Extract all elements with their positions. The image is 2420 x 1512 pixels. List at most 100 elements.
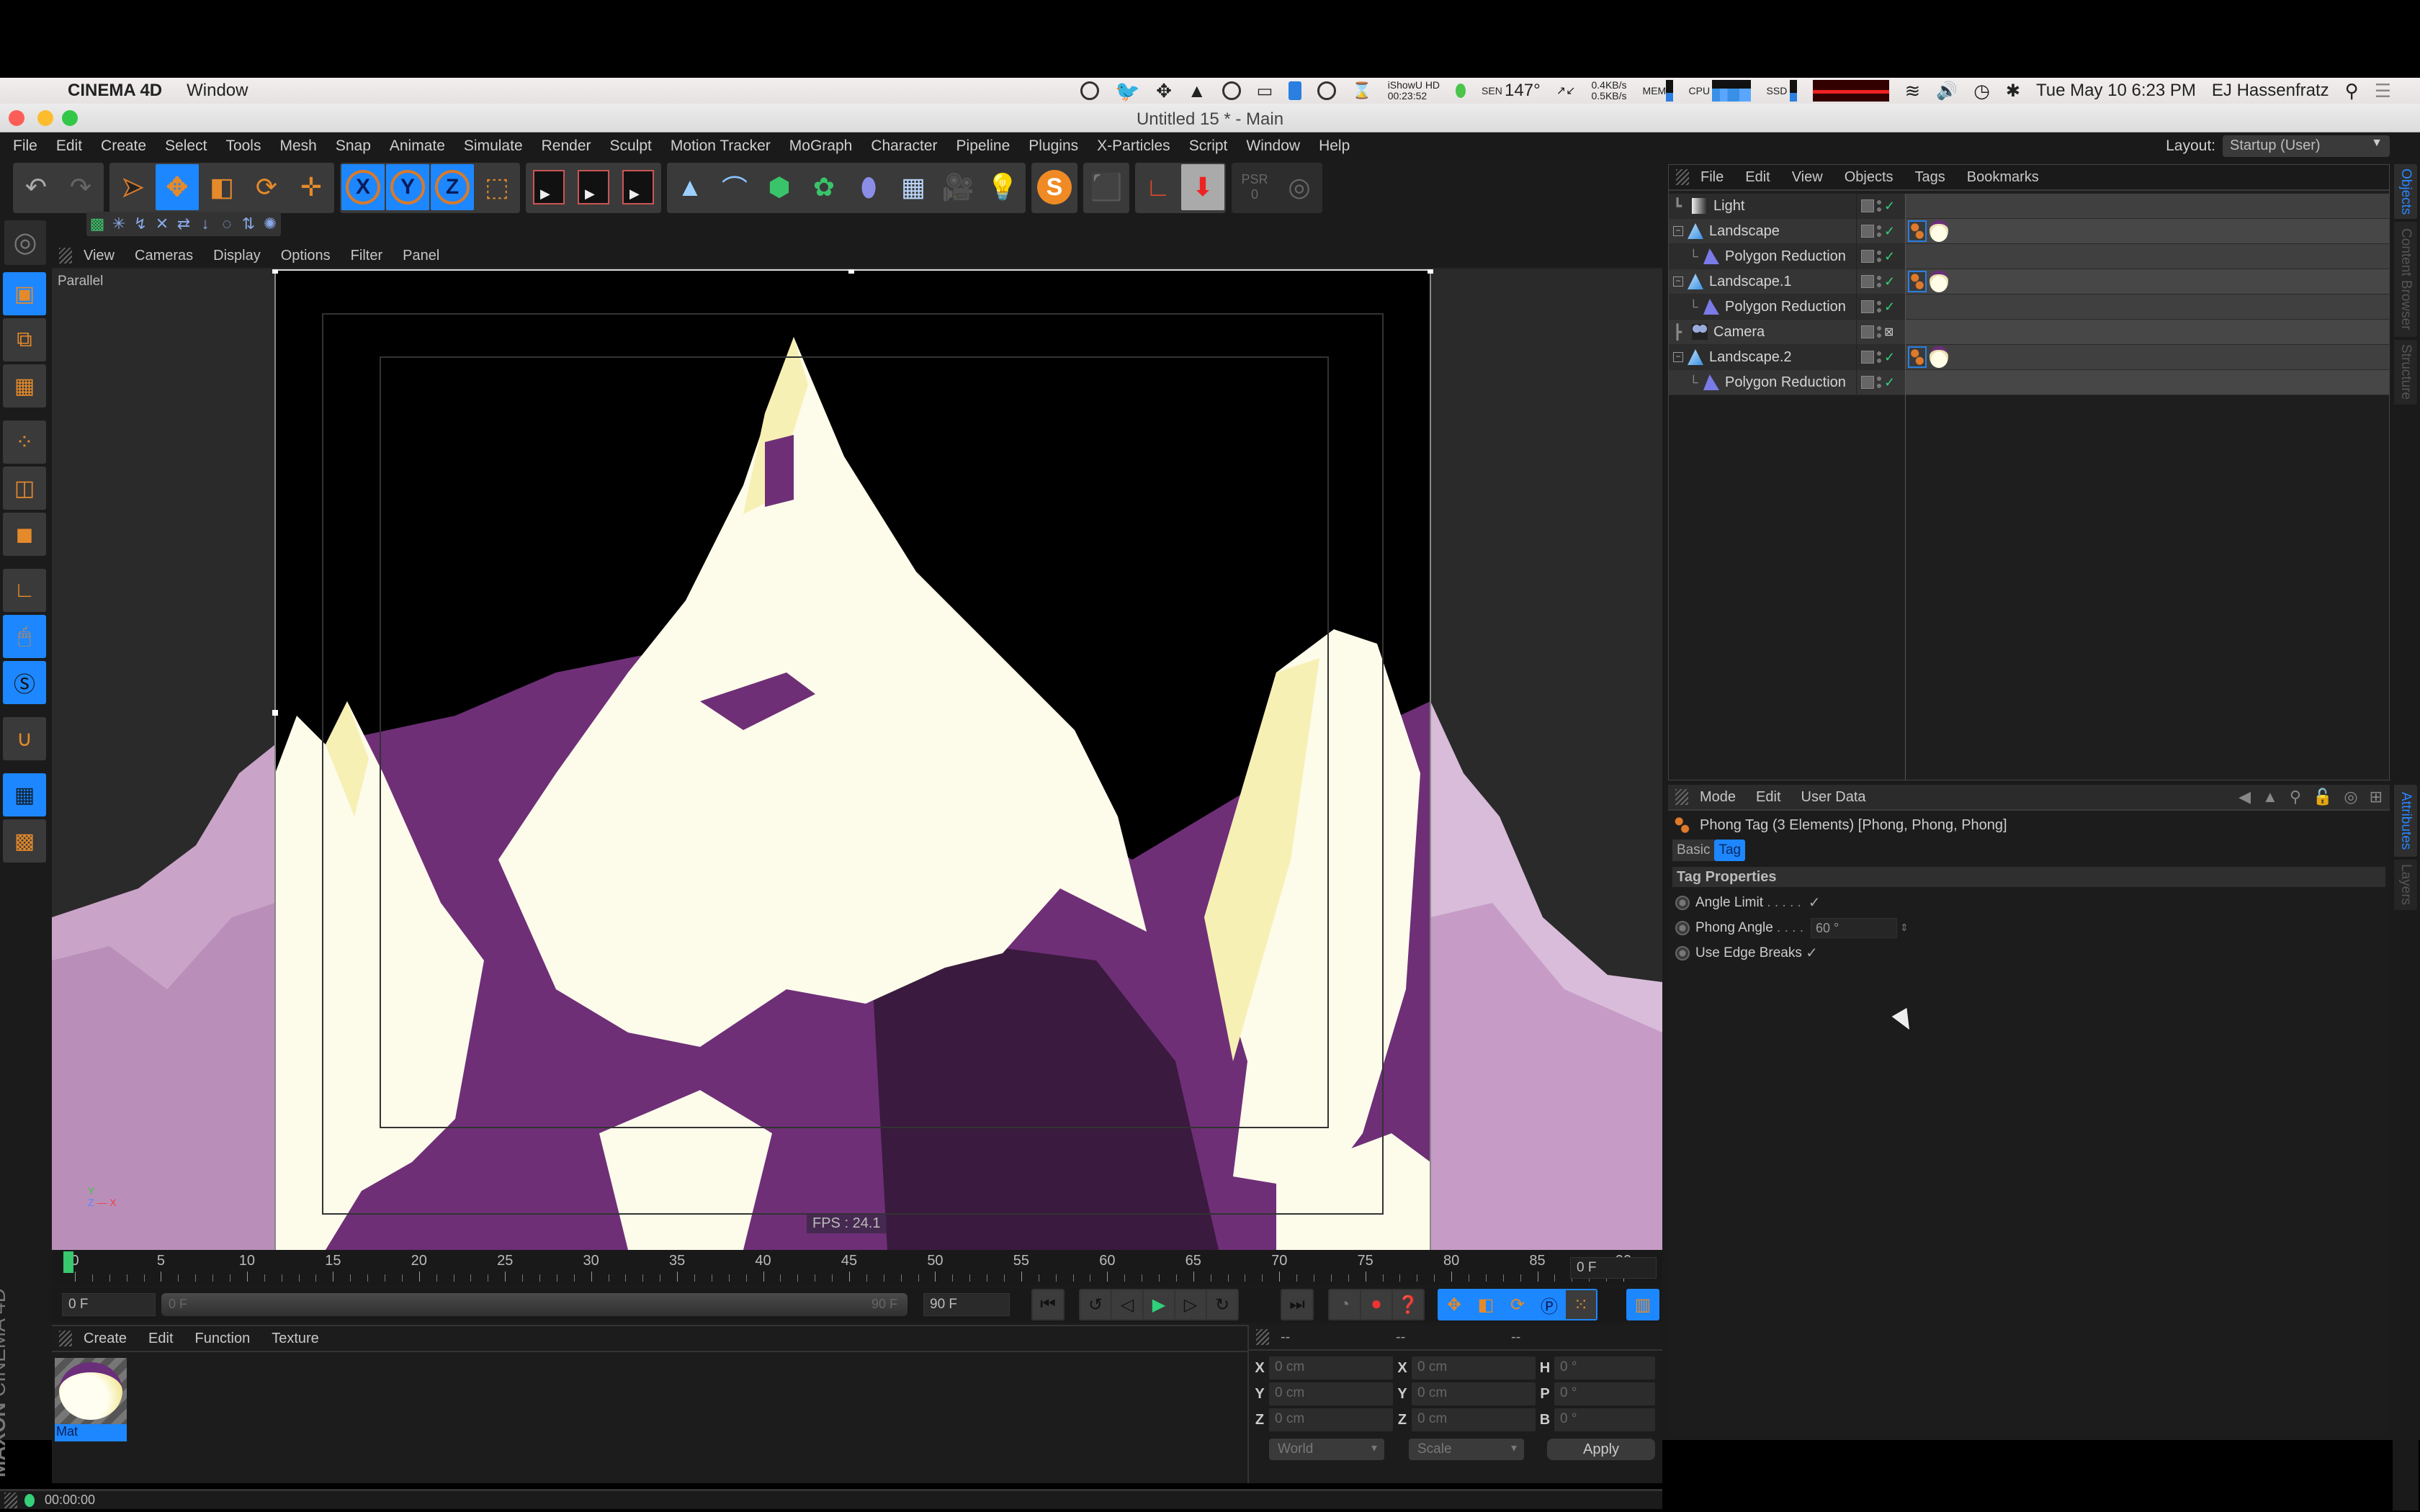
viewport-menu-cameras[interactable]: Cameras [135,248,193,264]
temperature-readout[interactable]: 147° [1505,81,1541,101]
clock[interactable]: Tue May 10 6:23 PM [2036,81,2196,101]
object-name[interactable]: Polygon Reduction [1725,299,1846,315]
layer-flag-icon[interactable] [1861,325,1874,338]
menu-window[interactable]: Window [1246,138,1300,155]
angle-limit-checkbox[interactable]: ✓ [1809,894,1821,912]
visibility-dots-icon[interactable] [1877,249,1881,264]
planar-workplane-button[interactable]: ▩ [3,819,46,863]
bluetooth-icon[interactable]: ✱ [2006,81,2020,102]
render-view-button[interactable] [527,164,570,210]
animate-radio-icon[interactable] [1675,920,1690,935]
menu-snap[interactable]: Snap [336,138,371,155]
enabled-check-icon[interactable]: ✓ [1884,274,1895,289]
search-icon[interactable]: ⚲ [2290,788,2301,806]
visibility-dots-icon[interactable] [1877,274,1881,289]
teamviewer-tray-icon[interactable] [1289,81,1302,100]
target-icon[interactable]: ◎ [2344,788,2357,806]
edges-mode-button[interactable]: ◫ [3,467,46,510]
visibility-dots-icon[interactable] [1877,325,1881,339]
mm-menu-edit[interactable]: Edit [148,1331,173,1347]
section-tag-properties[interactable]: Tag Properties [1672,867,2385,887]
viewport-menu-display[interactable]: Display [213,248,261,264]
light-button[interactable]: 💡 [981,164,1024,210]
workplane-mode-button[interactable]: ▦ [3,364,46,408]
object-name[interactable]: Light [1713,198,1744,215]
key-pla-button[interactable]: ⁙ [1566,1290,1596,1319]
render-settings-button[interactable] [617,164,660,210]
z-axis-lock-button[interactable]: Z [431,164,474,210]
drive-tray-icon[interactable]: ▲ [1188,80,1206,102]
menu-x-particles[interactable]: X-Particles [1097,138,1170,155]
rotation-h-input[interactable]: 0 ° [1554,1356,1655,1380]
region-handle-l[interactable] [272,710,278,716]
tab-content-browser[interactable]: Content Browser [2394,222,2417,337]
collapse-icon[interactable]: − [1673,226,1683,236]
time-machine-icon[interactable]: ◷ [1973,80,1990,102]
region-handle-tr[interactable] [1428,269,1433,274]
creative-cloud-tray-icon[interactable] [1317,81,1337,100]
direction-icon[interactable]: ⇄ [173,212,194,236]
scatter-icon[interactable]: ✕ [151,212,173,236]
object-row-polygon-reduction[interactable]: └ Polygon Reduction ✓ [1669,244,2389,269]
layer-flag-icon[interactable] [1861,300,1874,313]
om-menu-file[interactable]: File [1700,169,1724,186]
phong-angle-input[interactable]: 60 ° [1811,917,1897,938]
timeline[interactable]: 051015202530354045505560657075808590 0 F [52,1250,1662,1286]
camera-button[interactable]: 🎥 [936,164,980,210]
app-menu[interactable]: CINEMA 4D [68,81,162,101]
tweak-mode-button[interactable]: 🖱 [3,615,46,658]
object-row-landscape-2[interactable]: − Landscape.2 ✓ [1669,345,2389,370]
viewport-menu-filter[interactable]: Filter [351,248,382,264]
tab-attributes[interactable]: Attributes [2394,785,2417,857]
visibility-dots-icon[interactable] [1877,300,1881,314]
om-menu-view[interactable]: View [1792,169,1823,186]
key-parameter-button[interactable]: Ⓟ [1534,1290,1564,1319]
phong-tag-icon[interactable] [1908,346,1927,368]
turbulence-icon[interactable]: ⇅ [238,212,259,236]
object-row-polygon-reduction[interactable]: └ Polygon Reduction ✓ [1669,294,2389,320]
floor-button[interactable]: ▦ [892,164,935,210]
playhead[interactable] [63,1251,73,1273]
start-frame-field[interactable]: 0 F [62,1293,156,1316]
om-menu-edit[interactable]: Edit [1745,169,1770,186]
ssd-meter[interactable] [1789,80,1797,102]
explode-icon[interactable]: ✳ [108,212,130,236]
current-frame-field[interactable]: 0 F [1570,1257,1657,1279]
size-mode-select[interactable]: Scale ▾ [1409,1439,1524,1460]
phong-tag-icon[interactable] [1908,220,1927,242]
tab-tag[interactable]: Tag [1714,840,1746,861]
mm-menu-texture[interactable]: Texture [272,1331,319,1347]
solo-button[interactable]: Ⓢ [3,661,46,704]
render-picture-viewer-button[interactable] [572,164,615,210]
prev-frame-button[interactable]: ◁ [1112,1290,1142,1319]
layout-select[interactable]: Startup (User) ▼ [2223,135,2390,157]
enabled-check-icon[interactable]: ✓ [1884,350,1895,365]
position-x-input[interactable]: 0 cm [1269,1356,1393,1380]
menu-script[interactable]: Script [1189,138,1228,155]
region-handle-tl[interactable] [272,269,278,274]
collapse-icon[interactable]: − [1673,276,1683,287]
visibility-dots-icon[interactable] [1877,199,1881,213]
recent-tool-button[interactable]: ✛ [290,164,333,210]
play-button[interactable]: ▶ [1144,1290,1174,1319]
signal-plugin-button[interactable]: S [1033,164,1076,210]
network-graph[interactable] [1812,80,1889,102]
menu-create[interactable]: Create [101,138,146,155]
lock-icon[interactable]: 🔓 [2313,788,2332,806]
visibility-dots-icon[interactable] [1877,375,1881,390]
wifi-icon[interactable]: ≋ [1905,80,1921,102]
coordinate-system-button[interactable]: ⬚ [475,164,519,210]
spline-button[interactable]: ⌒ [713,164,756,210]
menu-plugins[interactable]: Plugins [1028,138,1078,155]
rotation-b-input[interactable]: 0 ° [1554,1408,1655,1431]
om-menu-objects[interactable]: Objects [1845,169,1894,186]
menu-pipeline[interactable]: Pipeline [956,138,1010,155]
layer-flag-icon[interactable] [1861,199,1874,212]
network-readout[interactable]: 0.4KB/s 0.5KB/s [1592,80,1627,102]
prev-key-button[interactable]: ↺ [1080,1290,1111,1319]
object-name[interactable]: Landscape.1 [1709,274,1792,290]
vortex-icon[interactable]: ◌ [216,212,238,236]
key-rotation-button[interactable]: ⟳ [1502,1290,1533,1319]
emitter-icon[interactable]: ▩ [86,212,108,236]
x-axis-lock-button[interactable]: X [341,164,385,210]
